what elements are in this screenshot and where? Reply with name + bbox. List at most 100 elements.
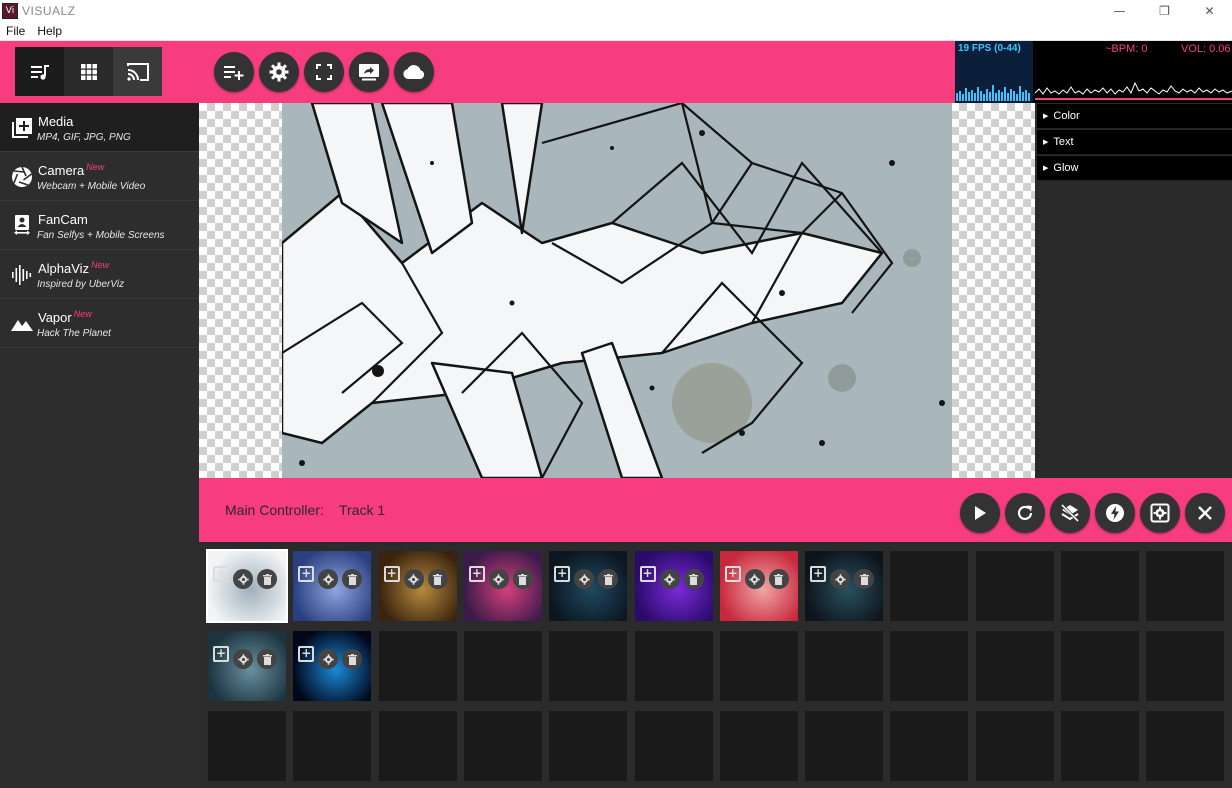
add-to-layer-icon[interactable]: + bbox=[639, 566, 656, 582]
clip-delete-button[interactable] bbox=[257, 569, 277, 589]
add-media-icon bbox=[12, 118, 32, 138]
clip-slot[interactable] bbox=[719, 631, 798, 701]
clip-delete-button[interactable] bbox=[512, 569, 533, 589]
refresh-button[interactable] bbox=[1005, 493, 1045, 533]
close-window-button[interactable]: ✕ bbox=[1187, 0, 1232, 22]
settings-box-button[interactable] bbox=[1140, 493, 1180, 533]
clip-slot[interactable] bbox=[463, 631, 542, 701]
clip-slot[interactable] bbox=[975, 551, 1054, 621]
clip-slot[interactable] bbox=[1061, 551, 1139, 621]
prop-section-glow[interactable]: ▶ Glow bbox=[1037, 156, 1232, 181]
clip-slot[interactable] bbox=[890, 551, 969, 621]
clip-settings-button[interactable] bbox=[233, 569, 253, 589]
clip-slot[interactable] bbox=[1061, 631, 1139, 701]
clip-slot[interactable]: + bbox=[293, 551, 372, 621]
clip-settings-button[interactable] bbox=[744, 569, 765, 589]
clip-slot[interactable]: + bbox=[206, 549, 288, 623]
close-controller-button[interactable] bbox=[1185, 493, 1225, 533]
clip-slot[interactable] bbox=[805, 631, 884, 701]
cloud-button[interactable] bbox=[394, 52, 434, 92]
prop-section-color[interactable]: ▶ Color bbox=[1037, 104, 1232, 129]
sidebar-item-vapor[interactable]: Vapor New Hack The Planet bbox=[0, 299, 199, 348]
clip-slot[interactable]: + bbox=[805, 551, 884, 621]
clip-settings-button[interactable] bbox=[403, 569, 424, 589]
clip-settings-button[interactable] bbox=[488, 569, 509, 589]
clip-slot[interactable] bbox=[1146, 711, 1225, 781]
sidebar-item-camera[interactable]: Camera New Webcam + Mobile Video bbox=[0, 152, 199, 201]
menu-file[interactable]: File bbox=[0, 24, 31, 38]
add-to-layer-icon[interactable]: + bbox=[383, 566, 400, 582]
clip-slot[interactable] bbox=[1146, 551, 1225, 621]
layers-off-button[interactable] bbox=[1050, 493, 1090, 533]
clip-slot[interactable] bbox=[208, 711, 286, 781]
preview-canvas[interactable] bbox=[199, 103, 1035, 478]
clip-slot[interactable] bbox=[378, 711, 457, 781]
gear-icon bbox=[237, 573, 249, 585]
clip-slot[interactable] bbox=[890, 711, 969, 781]
clip-delete-button[interactable] bbox=[598, 569, 619, 589]
clip-slot[interactable]: + bbox=[549, 551, 628, 621]
clip-slot[interactable]: + bbox=[378, 551, 457, 621]
clip-slot[interactable] bbox=[463, 711, 542, 781]
clip-slot[interactable] bbox=[719, 711, 798, 781]
clip-settings-button[interactable] bbox=[318, 569, 339, 589]
add-to-layer-icon[interactable]: + bbox=[213, 646, 229, 662]
menu-help[interactable]: Help bbox=[31, 24, 68, 38]
add-to-layer-icon[interactable]: + bbox=[724, 566, 741, 582]
sidebar-item-alphaviz[interactable]: AlphaViz New Inspired by UberViz bbox=[0, 250, 199, 299]
prop-section-label: Text bbox=[1053, 136, 1074, 148]
cast-view-button[interactable] bbox=[113, 47, 162, 96]
add-to-layer-icon[interactable]: + bbox=[468, 566, 485, 582]
clip-settings-button[interactable] bbox=[830, 569, 851, 589]
clip-slot[interactable] bbox=[378, 631, 457, 701]
clip-delete-button[interactable] bbox=[342, 649, 363, 669]
sidebar-item-media[interactable]: Media MP4, GIF, JPG, PNG bbox=[0, 103, 199, 152]
clip-delete-button[interactable] bbox=[854, 569, 875, 589]
restore-button[interactable]: ❐ bbox=[1142, 0, 1187, 22]
clip-slot[interactable] bbox=[805, 711, 884, 781]
clip-slot[interactable] bbox=[293, 711, 372, 781]
grid-view-button[interactable] bbox=[64, 47, 113, 96]
clip-delete-button[interactable] bbox=[257, 649, 277, 669]
clip-delete-button[interactable] bbox=[768, 569, 789, 589]
sidebar-item-subtitle: Hack The Planet bbox=[37, 328, 111, 339]
clip-delete-button[interactable] bbox=[427, 569, 448, 589]
clip-settings-button[interactable] bbox=[659, 569, 680, 589]
clip-slot[interactable] bbox=[890, 631, 969, 701]
clip-slot[interactable] bbox=[634, 711, 713, 781]
playlist-view-button[interactable] bbox=[15, 47, 64, 96]
fullscreen-button[interactable] bbox=[304, 52, 344, 92]
clip-slot[interactable] bbox=[634, 631, 713, 701]
add-to-layer-icon[interactable]: + bbox=[554, 566, 571, 582]
clip-delete-button[interactable] bbox=[683, 569, 704, 589]
play-button[interactable] bbox=[960, 493, 1000, 533]
add-to-layer-icon[interactable]: + bbox=[298, 566, 315, 582]
add-playlist-button[interactable] bbox=[214, 52, 254, 92]
clip-settings-button[interactable] bbox=[318, 649, 339, 669]
screen-share-button[interactable] bbox=[349, 52, 389, 92]
add-to-layer-icon[interactable]: + bbox=[810, 566, 827, 582]
clip-controls: + bbox=[554, 559, 619, 589]
clip-slot[interactable]: + bbox=[634, 551, 713, 621]
minimize-button[interactable]: — bbox=[1097, 0, 1142, 22]
clip-slot[interactable] bbox=[549, 711, 628, 781]
add-playlist-icon bbox=[224, 66, 244, 80]
clip-slot[interactable]: + bbox=[719, 551, 798, 621]
clip-slot[interactable] bbox=[549, 631, 628, 701]
add-to-layer-icon[interactable]: + bbox=[298, 646, 315, 662]
clip-slot[interactable]: + bbox=[208, 631, 286, 701]
prop-section-text[interactable]: ▶ Text bbox=[1037, 130, 1232, 155]
clip-slot[interactable] bbox=[1146, 631, 1225, 701]
clip-slot[interactable]: + bbox=[463, 551, 542, 621]
clip-slot[interactable]: + bbox=[293, 631, 372, 701]
add-to-layer-icon[interactable]: + bbox=[213, 566, 229, 582]
clip-slot[interactable] bbox=[975, 711, 1054, 781]
flash-button[interactable] bbox=[1095, 493, 1135, 533]
clip-settings-button[interactable] bbox=[574, 569, 595, 589]
sidebar-item-fancam[interactable]: FanCam Fan Selfys + Mobile Screens bbox=[0, 201, 199, 250]
clip-slot[interactable] bbox=[975, 631, 1054, 701]
clip-settings-button[interactable] bbox=[233, 649, 253, 669]
clip-delete-button[interactable] bbox=[342, 569, 363, 589]
settings-button[interactable] bbox=[259, 52, 299, 92]
clip-slot[interactable] bbox=[1061, 711, 1139, 781]
